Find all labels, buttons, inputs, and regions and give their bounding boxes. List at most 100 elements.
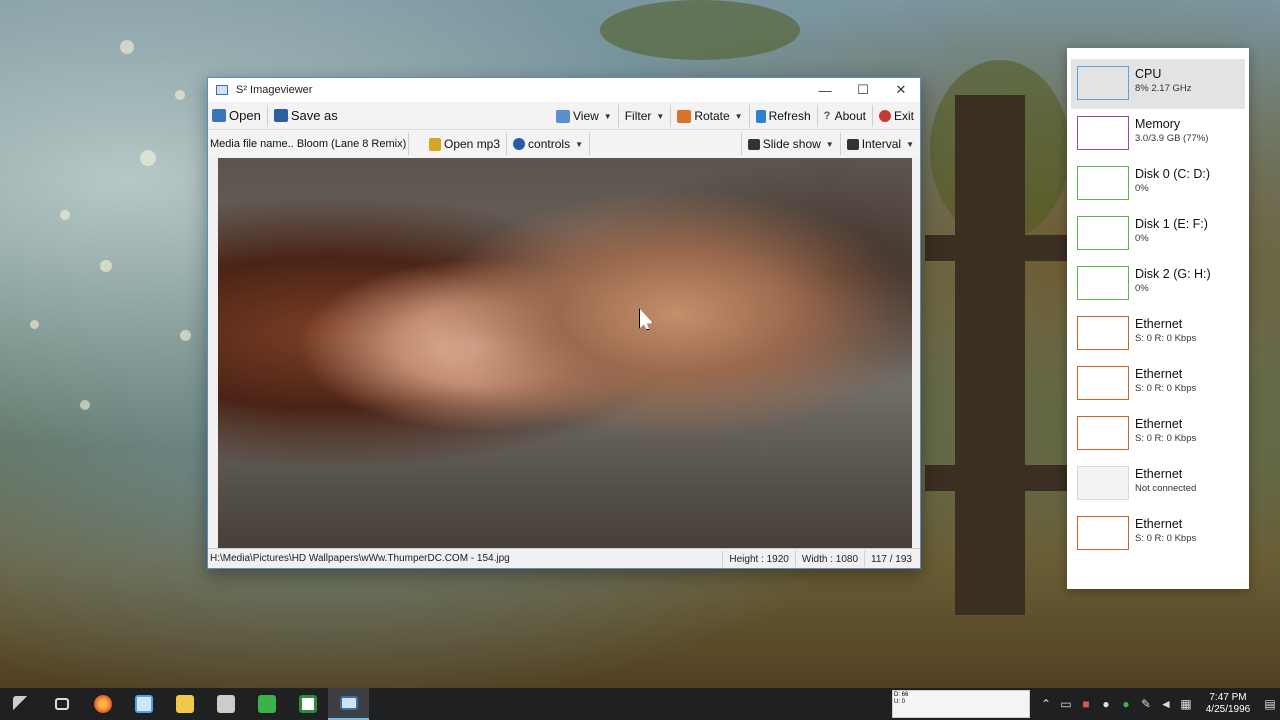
title-bar[interactable]: S² Imageviewer — ☐ ✕ <box>208 78 920 102</box>
perf-item-disk1[interactable]: Disk 1 (E: F:) 0% <box>1071 209 1245 259</box>
about-label: About <box>834 109 866 123</box>
volume-icon[interactable]: ◄ <box>1156 697 1176 711</box>
app-generic-icon <box>216 695 235 713</box>
task-view-button[interactable] <box>41 688 82 720</box>
perf-item-disk0[interactable]: Disk 0 (C: D:) 0% <box>1071 159 1245 209</box>
taskbar-file-explorer[interactable] <box>164 688 205 720</box>
toolbar-separator <box>617 105 619 127</box>
view-icon <box>556 109 570 123</box>
perf-item-ethernet[interactable]: Ethernet S: 0 R: 0 Kbps <box>1071 409 1245 459</box>
exit-button[interactable]: Exit <box>875 103 918 129</box>
bokeh-light <box>175 90 185 100</box>
toolbar-separator <box>816 105 818 127</box>
perf-text: Ethernet S: 0 R: 0 Kbps <box>1135 359 1196 409</box>
perf-graph <box>1077 416 1129 450</box>
image-width: Width : 1080 <box>794 551 864 567</box>
play-icon <box>513 138 526 150</box>
minimize-button[interactable]: — <box>806 78 844 102</box>
perf-graph <box>1077 466 1129 500</box>
perf-subtitle: S: 0 R: 0 Kbps <box>1135 383 1197 394</box>
taskbar-imageviewer[interactable] <box>328 688 369 720</box>
bokeh-light <box>100 260 112 272</box>
rotate-icon <box>677 109 692 123</box>
perf-item-cpu[interactable]: CPU 8% 2.17 GHz <box>1071 59 1245 109</box>
system-clock[interactable]: 7:47 PM 4/25/1996 <box>1196 692 1260 716</box>
taskbar-camtasia[interactable] <box>246 688 287 720</box>
dropdown-caret-icon: ▼ <box>575 139 583 149</box>
save-as-button[interactable]: Save as <box>270 103 342 129</box>
dropdown-caret-icon: ▼ <box>656 111 665 121</box>
perf-text: Ethernet S: 0 R: 0 Kbps <box>1135 509 1196 559</box>
open-folder-icon <box>212 109 226 122</box>
perf-item-ethernet[interactable]: Ethernet S: 0 R: 0 Kbps <box>1071 359 1245 409</box>
perf-graph <box>1077 266 1129 300</box>
perf-item-disk2[interactable]: Disk 2 (G: H:) 0% <box>1071 259 1245 309</box>
perf-title: Ethernet <box>1135 517 1183 531</box>
perf-title: Ethernet <box>1135 467 1183 481</box>
network-icon[interactable]: ▭ <box>1056 697 1076 711</box>
keyboard-icon[interactable]: ▦ <box>1176 697 1196 711</box>
perf-text: Disk 2 (G: H:) 0% <box>1135 259 1211 309</box>
rotate-menu-button[interactable]: Rotate ▼ <box>673 103 746 129</box>
media-toolbar-right-group: Slide show ▼ Interval ▼ <box>739 130 918 158</box>
perf-item-ethernet[interactable]: Ethernet S: 0 R: 0 Kbps <box>1071 509 1245 559</box>
dropdown-caret-icon: ▼ <box>734 111 743 121</box>
save-as-label: Save as <box>290 108 338 123</box>
perf-item-memory[interactable]: Memory 3.0/3.9 GB (77%) <box>1071 109 1245 159</box>
security-icon[interactable]: ■ <box>1076 697 1096 711</box>
notifications-icon[interactable]: ▤ <box>1260 697 1280 711</box>
perf-title: Disk 1 (E: F:) <box>1135 217 1208 231</box>
image-display[interactable] <box>218 158 912 548</box>
bokeh-light <box>140 150 156 166</box>
status-bar: H:\Media\Pictures\HD Wallpapers\wWw.Thum… <box>208 548 920 568</box>
toolbar-separator <box>670 105 672 127</box>
slide-show-menu-button[interactable]: Slide show ▼ <box>744 131 838 157</box>
open-button[interactable]: Open <box>208 103 265 129</box>
toolbar-separator <box>871 105 873 127</box>
question-mark-icon: ? <box>823 109 831 122</box>
globe-icon[interactable]: ● <box>1096 697 1116 711</box>
close-button[interactable]: ✕ <box>882 78 920 102</box>
refresh-button[interactable]: Refresh <box>752 103 815 129</box>
network-mini-graph[interactable]: D: 66 U: 0 <box>892 690 1030 718</box>
taskbar-firefox[interactable] <box>82 688 123 720</box>
camtasia-icon <box>257 695 276 713</box>
perf-text: Memory 3.0/3.9 GB (77%) <box>1135 109 1208 159</box>
interval-menu-button[interactable]: Interval ▼ <box>843 131 918 157</box>
image-position: 117 / 193 <box>864 551 918 567</box>
exit-label: Exit <box>893 109 914 123</box>
save-icon <box>273 109 288 122</box>
perf-graph <box>1077 116 1129 150</box>
open-label: Open <box>229 108 261 123</box>
start-button[interactable] <box>0 688 41 720</box>
taskbar-app-window[interactable] <box>123 688 164 720</box>
media-file-name-input[interactable] <box>208 134 406 154</box>
controls-menu-button[interactable]: controls ▼ <box>509 131 587 157</box>
taskbar-app-generic[interactable] <box>205 688 246 720</box>
status-icon[interactable]: ● <box>1116 697 1136 711</box>
toolbar-separator <box>740 133 742 155</box>
perf-item-ethernet[interactable]: Ethernet Not connected <box>1071 459 1245 509</box>
fence-rail <box>925 465 1067 491</box>
about-button[interactable]: ? About <box>820 103 870 129</box>
open-mp3-button[interactable]: Open mp3 <box>425 131 504 157</box>
toolbar-separator <box>506 133 508 155</box>
show-hidden-icons-icon[interactable]: ⌃ <box>1036 697 1056 711</box>
perf-text: Disk 1 (E: F:) 0% <box>1135 209 1208 259</box>
perf-title: Disk 2 (G: H:) <box>1135 267 1211 281</box>
windows-logo-icon <box>12 696 29 712</box>
perf-title: Disk 0 (C: D:) <box>1135 167 1210 181</box>
mouse-cursor-icon <box>639 308 653 330</box>
perf-graph <box>1077 66 1129 100</box>
perf-subtitle: 3.0/3.9 GB (77%) <box>1135 133 1209 144</box>
perf-item-ethernet[interactable]: Ethernet S: 0 R: 0 Kbps <box>1071 309 1245 359</box>
folder-icon <box>175 695 194 713</box>
taskbar-camtasia-recorder[interactable] <box>287 688 328 720</box>
pen-icon[interactable]: ✎ <box>1136 697 1156 711</box>
maximize-button[interactable]: ☐ <box>844 78 882 102</box>
bokeh-light <box>120 40 134 54</box>
view-menu-button[interactable]: View ▼ <box>552 103 616 129</box>
filter-menu-button[interactable]: Filter ▼ <box>621 103 669 129</box>
refresh-label: Refresh <box>768 109 811 123</box>
perf-text: Disk 0 (C: D:) 0% <box>1135 159 1210 209</box>
